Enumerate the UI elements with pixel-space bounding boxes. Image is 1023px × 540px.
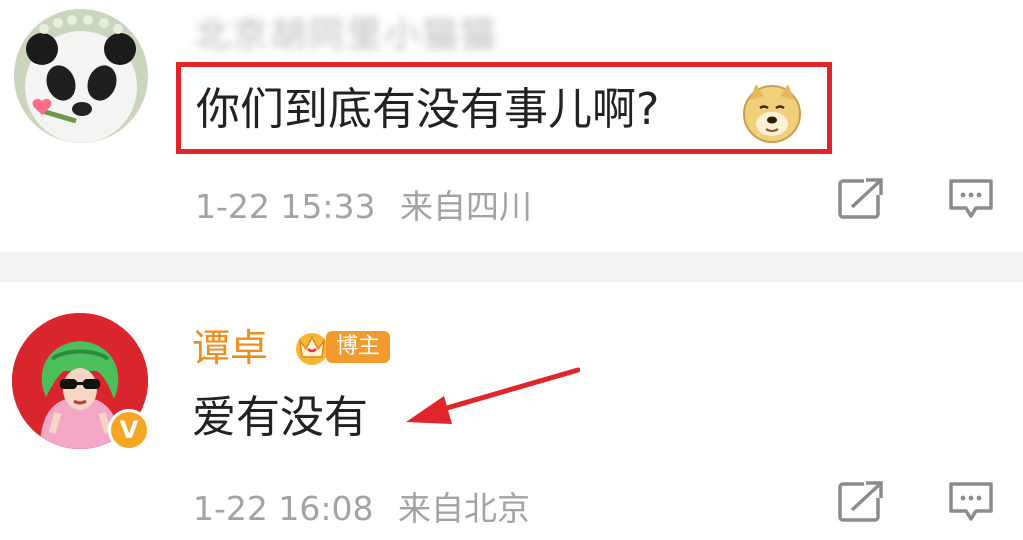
doge-emoji-icon [740,80,804,144]
username[interactable]: 谭卓 [192,326,268,370]
badge-label: 博主 [326,331,391,363]
verified-badge: V [108,409,150,451]
share-icon[interactable] [836,478,886,524]
timestamp: 1-22 16:08 [193,489,374,528]
section-divider [0,252,1023,282]
comment-meta: 1-22 15:33 来自四川 [195,180,546,228]
comment-icon[interactable] [946,176,996,222]
avatar[interactable] [14,9,148,143]
annotation-arrow [406,367,580,424]
panda-avatar-image [14,9,148,143]
share-icon[interactable] [836,175,886,221]
comment-item: 北京胡同里小猫猫 你们到底有没有事儿啊? 1-22 15:33 来自四川 [0,0,1023,252]
username[interactable]: 北京胡同里小猫猫 [194,14,498,58]
comment-text: 爱有没有 [192,392,368,443]
blogger-tag: 博主 [292,327,391,367]
comment-icon[interactable] [946,479,996,525]
location: 来自四川 [400,187,532,226]
timestamp: 1-22 15:33 [195,187,376,226]
comment-text: 你们到底有没有事儿啊? [196,84,660,135]
location: 来自北京 [398,489,530,528]
comment-meta: 1-22 16:08 来自北京 [193,482,544,530]
